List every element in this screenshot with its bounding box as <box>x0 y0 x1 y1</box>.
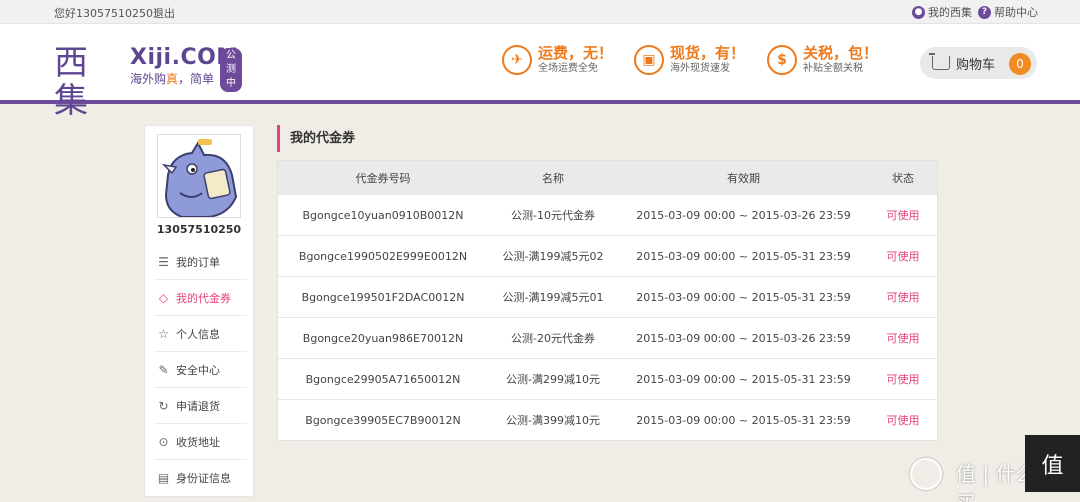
coupon-status: 可使用 <box>886 373 920 386</box>
coupon-name: 公测-满299减10元 <box>506 373 600 386</box>
beta-badge: 公测中 <box>220 48 242 92</box>
slogan-highlight: 真 <box>166 72 179 86</box>
my-xiji-label: 我的西集 <box>928 6 972 19</box>
sidebar-item-label: 个人信息 <box>176 327 220 341</box>
table-header: 代金券号码 名称 有效期 状态 <box>278 161 937 194</box>
column-header-code: 代金券号码 <box>355 171 411 185</box>
sidebar-item-label: 我的代金券 <box>176 291 231 305</box>
cart-count-badge: 0 <box>1009 53 1031 75</box>
table-row: Bgongce199501F2DAC0012N 公测-满199减5元01 201… <box>278 276 937 317</box>
avatar[interactable] <box>157 134 241 218</box>
table-row: Bgongce29905A71650012N 公测-满299减10元 2015-… <box>278 358 937 399</box>
cart-icon <box>929 53 950 70</box>
site-header: 西集 Xiji.COM 公测中 海外购真，简单 ✈ 运费，无！ 全场运费全免 ▣… <box>0 24 1080 120</box>
logo-cn: 西集 <box>54 43 88 121</box>
coupon-validity: 2015-03-09 00:00 ~ 2015-05-31 23:59 <box>636 290 851 304</box>
watermark-logo-icon <box>910 458 942 490</box>
coupon-status: 可使用 <box>886 414 920 427</box>
question-icon: ? <box>978 5 991 19</box>
coupon-name: 公测-满199减5元02 <box>502 250 604 263</box>
sidebar-item-label: 申请退货 <box>176 399 220 413</box>
page-title: 我的代金券 <box>277 125 355 152</box>
promo-title: 现货，有！ <box>670 44 746 62</box>
slogan-prefix: 海外购 <box>130 72 167 86</box>
watermark-badge-icon: 值 <box>1025 435 1080 492</box>
account-sidebar: 13057510250 ☰ 我的订单 ◇ 我的代金券 ☆ 个人信息 ✎ 安全中心… <box>144 125 254 497</box>
plane-icon: ✈ <box>502 44 532 75</box>
coupon-table: 代金券号码 名称 有效期 状态 Bgongce10yuan0910B0012N … <box>277 160 938 441</box>
help-center-label: 帮助中心 <box>994 6 1038 19</box>
coupon-validity: 2015-03-09 00:00 ~ 2015-03-26 23:59 <box>636 208 851 222</box>
table-row: Bgongce10yuan0910B0012N 公测-10元代金券 2015-0… <box>278 194 937 235</box>
coupon-tag-icon: ◇ <box>158 290 169 305</box>
coupon-name: 公测-满199减5元01 <box>502 291 604 304</box>
coupon-validity: 2015-03-09 00:00 ~ 2015-03-26 23:59 <box>636 331 851 345</box>
slogan: 海外购真，简单 <box>130 70 214 87</box>
sidebar-item-coupons[interactable]: ◇ 我的代金券 <box>155 280 247 316</box>
column-header-name: 名称 <box>542 171 564 185</box>
coupon-name: 公测-10元代金券 <box>511 209 595 222</box>
sidebar-item-label: 我的订单 <box>176 255 220 269</box>
column-header-validity: 有效期 <box>727 171 760 185</box>
promo-in-stock: ▣ 现货，有！ 海外现货速发 <box>634 44 745 75</box>
sidebar-item-security[interactable]: ✎ 安全中心 <box>155 352 247 388</box>
star-icon: ☆ <box>158 326 169 341</box>
rhino-avatar-icon <box>158 135 240 217</box>
coupon-code: Bgongce10yuan0910B0012N <box>302 208 464 222</box>
coupon-validity: 2015-03-09 00:00 ~ 2015-05-31 23:59 <box>636 372 851 386</box>
coupon-code: Bgongce39905EC7B90012N <box>305 413 461 427</box>
edit-icon: ✎ <box>158 362 169 377</box>
table-row: Bgongce20yuan986E70012N 公测-20元代金券 2015-0… <box>278 317 937 358</box>
coupon-code: Bgongce20yuan986E70012N <box>302 331 464 345</box>
sidebar-item-label: 安全中心 <box>176 363 220 377</box>
coupon-name: 公测-20元代金券 <box>511 332 595 345</box>
top-bar: 您好13057510250！ 退出 ● 我的西集 ? 帮助中心 <box>0 0 1080 24</box>
coupon-code: Bgongce199501F2DAC0012N <box>301 290 465 304</box>
greeting-text: 您好13057510250！ <box>54 7 164 20</box>
my-xiji-link[interactable]: ● 我的西集 <box>912 4 972 20</box>
username: 13057510250 <box>156 223 242 236</box>
slogan-suffix: ，简单 <box>178 72 215 86</box>
coupon-status: 可使用 <box>886 250 920 263</box>
coupon-validity: 2015-03-09 00:00 ~ 2015-05-31 23:59 <box>636 249 851 263</box>
promo-title: 运费，无！ <box>538 44 614 62</box>
sidebar-item-orders[interactable]: ☰ 我的订单 <box>155 244 247 280</box>
table-row: Bgongce39905EC7B90012N 公测-满399减10元 2015-… <box>278 399 937 440</box>
sidebar-item-returns[interactable]: ↻ 申请退货 <box>155 388 247 424</box>
sidebar-item-addresses[interactable]: ⊙ 收货地址 <box>155 424 247 460</box>
logout-link[interactable]: 退出 <box>153 5 175 21</box>
sidebar-item-label: 身份证信息 <box>176 472 231 485</box>
coupon-name: 公测-满399减10元 <box>506 414 600 427</box>
promo-subtitle: 海外现货速发 <box>670 63 730 74</box>
order-list-icon: ☰ <box>158 254 169 269</box>
box-icon: ▣ <box>634 44 664 75</box>
promo-title: 关税，包！ <box>803 44 879 62</box>
sidebar-item-id-card[interactable]: ▤ 身份证信息 <box>155 460 247 496</box>
coupon-code: Bgongce29905A71650012N <box>305 372 461 386</box>
location-pin-icon: ⊙ <box>158 434 169 449</box>
cart-button[interactable]: 购物车 0 <box>920 47 1037 79</box>
help-center-link[interactable]: ? 帮助中心 <box>978 4 1038 20</box>
promo-tax-covered: $ 关税，包！ 补贴全额关税 <box>767 44 878 75</box>
column-header-status: 状态 <box>892 171 914 185</box>
account-menu: ☰ 我的订单 ◇ 我的代金券 ☆ 个人信息 ✎ 安全中心 ↻ 申请退货 ⊙ 收货… <box>155 244 247 496</box>
coupon-code: Bgongce1990502E999E0012N <box>298 249 468 263</box>
user-icon: ● <box>912 5 925 19</box>
sidebar-item-label: 收货地址 <box>176 435 220 449</box>
promo-subtitle: 全场运费全免 <box>538 63 598 74</box>
table-row: Bgongce1990502E999E0012N 公测-满199减5元02 20… <box>278 235 937 276</box>
promo-subtitle: 补贴全额关税 <box>803 63 863 74</box>
refresh-icon: ↻ <box>158 398 169 413</box>
cart-label: 购物车 <box>956 57 996 73</box>
id-card-icon: ▤ <box>157 471 170 485</box>
coupon-status: 可使用 <box>886 291 920 304</box>
coupon-validity: 2015-03-09 00:00 ~ 2015-05-31 23:59 <box>636 413 851 427</box>
money-bag-icon: $ <box>767 44 797 75</box>
coupon-status: 可使用 <box>886 209 920 222</box>
coupon-status: 可使用 <box>886 332 920 345</box>
promo-free-shipping: ✈ 运费，无！ 全场运费全免 <box>502 44 613 75</box>
sidebar-item-profile[interactable]: ☆ 个人信息 <box>155 316 247 352</box>
